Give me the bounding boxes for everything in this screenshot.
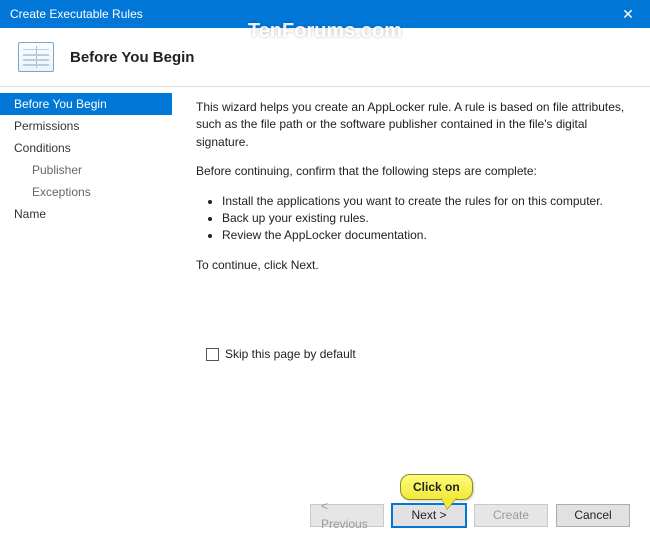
- page-title: Before You Begin: [70, 49, 194, 66]
- list-item: Back up your existing rules.: [222, 210, 628, 227]
- close-icon: ✕: [622, 6, 634, 23]
- prereq-list: Install the applications you want to cre…: [196, 193, 628, 245]
- sidebar-item-label: Before You Begin: [14, 97, 107, 111]
- list-item: Review the AppLocker documentation.: [222, 227, 628, 244]
- sidebar-item-permissions[interactable]: Permissions: [0, 115, 172, 137]
- wizard-body: Before You Begin Permissions Conditions …: [0, 87, 650, 545]
- sidebar-item-conditions[interactable]: Conditions: [0, 137, 172, 159]
- sidebar-item-exceptions[interactable]: Exceptions: [0, 181, 172, 203]
- list-item: Install the applications you want to cre…: [222, 193, 628, 210]
- sidebar-item-label: Publisher: [32, 163, 82, 177]
- skip-checkbox[interactable]: [206, 348, 219, 361]
- create-button: Create: [474, 504, 548, 527]
- sidebar-item-publisher[interactable]: Publisher: [0, 159, 172, 181]
- sidebar-item-label: Conditions: [14, 141, 71, 155]
- before-continuing-text: Before continuing, confirm that the foll…: [196, 163, 628, 180]
- previous-button: < Previous: [310, 504, 384, 527]
- wizard-steps-sidebar: Before You Begin Permissions Conditions …: [0, 87, 172, 545]
- wizard-content: This wizard helps you create an AppLocke…: [172, 87, 650, 545]
- sidebar-item-name[interactable]: Name: [0, 203, 172, 225]
- intro-text: This wizard helps you create an AppLocke…: [196, 99, 628, 151]
- button-label: Create: [493, 507, 529, 524]
- wizard-footer: < Previous Next > Create Cancel: [344, 494, 650, 545]
- book-icon: [18, 42, 54, 72]
- button-label: Next >: [411, 507, 446, 524]
- window-title: Create Executable Rules: [10, 7, 143, 21]
- cancel-button[interactable]: Cancel: [556, 504, 630, 527]
- skip-row: Skip this page by default: [196, 346, 628, 363]
- button-label: < Previous: [321, 498, 373, 533]
- sidebar-item-label: Exceptions: [32, 185, 91, 199]
- button-label: Cancel: [574, 507, 611, 524]
- next-button[interactable]: Next >: [392, 504, 466, 527]
- close-button[interactable]: ✕: [606, 0, 650, 28]
- sidebar-item-label: Permissions: [14, 119, 79, 133]
- wizard-header: Before You Begin: [0, 28, 650, 87]
- sidebar-item-label: Name: [14, 207, 46, 221]
- continue-text: To continue, click Next.: [196, 257, 628, 274]
- titlebar: Create Executable Rules ✕: [0, 0, 650, 28]
- skip-checkbox-label: Skip this page by default: [225, 346, 356, 363]
- sidebar-item-before-you-begin[interactable]: Before You Begin: [0, 93, 172, 115]
